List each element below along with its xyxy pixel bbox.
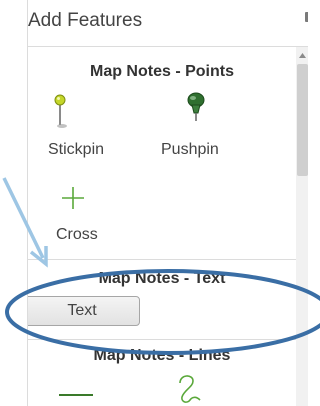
- annotation-ellipse-icon: [5, 269, 320, 355]
- annotation-overlay: [2, 177, 320, 355]
- annotation-arrow-icon: [2, 177, 48, 268]
- screenshot-stage: Add Features Map Notes - Points Stickpin: [0, 0, 320, 406]
